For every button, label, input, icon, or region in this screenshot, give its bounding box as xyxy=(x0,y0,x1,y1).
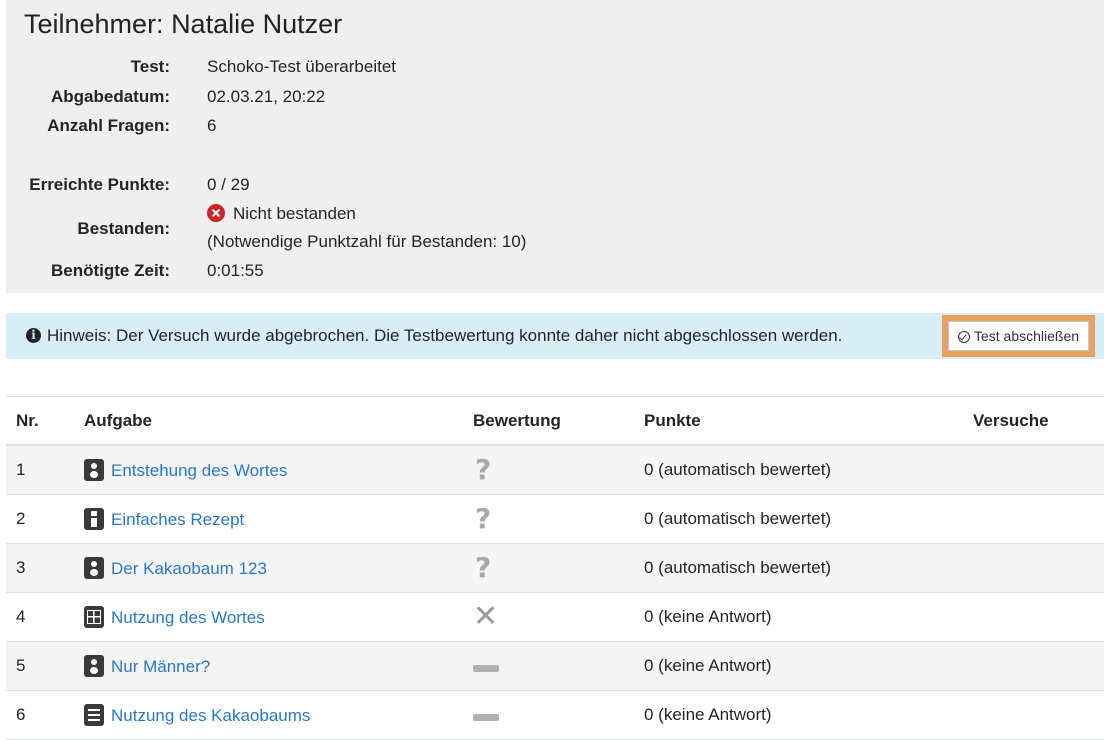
failed-icon xyxy=(207,204,225,222)
row-nr: 6 xyxy=(6,690,74,740)
table-row: 2 Einfaches Rezept ? 0 (automatisch bewe… xyxy=(6,494,1104,544)
test-label: Test: xyxy=(130,57,170,76)
date-label: Abgabedatum: xyxy=(51,87,170,106)
finish-test-label: Test abschließen xyxy=(973,328,1080,344)
task-link[interactable]: Der Kakaobaum 123 xyxy=(111,559,267,578)
results-table: Nr. Aufgabe Bewertung Punkte Versuche 1 … xyxy=(6,396,1104,740)
row-points: 0 (automatisch bewertet) xyxy=(634,494,963,544)
question-mark-icon: ? xyxy=(475,502,492,535)
info-icon: i xyxy=(26,328,41,343)
single-choice-icon xyxy=(84,557,104,579)
table-row: 6 Nutzung des Kakaobaums 0 (keine Antwor… xyxy=(6,690,1104,740)
alert-text: Hinweis: Der Versuch wurde abgebrochen. … xyxy=(47,326,843,345)
questions-value: 6 xyxy=(207,116,217,135)
points-value: 0 / 29 xyxy=(207,175,250,194)
result-summary xyxy=(6,0,1104,293)
header-attempts: Versuche xyxy=(963,396,1104,446)
task-link[interactable]: Nutzung des Kakaobaums xyxy=(111,706,310,725)
test-value: Schoko-Test überarbeitet xyxy=(207,57,396,76)
page-title: Teilnehmer: Natalie Nutzer xyxy=(24,9,343,39)
row-nr: 5 xyxy=(6,641,74,691)
finish-test-highlight: Test abschließen xyxy=(942,315,1095,357)
table-row: 1 Entstehung des Wortes ? 0 (automatisch… xyxy=(6,445,1104,495)
questions-label: Anzahl Fragen: xyxy=(47,116,170,135)
row-nr: 4 xyxy=(6,592,74,642)
table-row: 4 Nutzung des Wortes ✕ 0 (keine Antwort) xyxy=(6,592,1104,642)
table-row: 3 Der Kakaobaum 123 ? 0 (automatisch bew… xyxy=(6,543,1104,593)
task-link[interactable]: Einfaches Rezept xyxy=(111,510,244,529)
row-points: 0 (keine Antwort) xyxy=(634,690,963,740)
question-mark-icon: ? xyxy=(475,551,492,584)
finish-test-button[interactable]: Test abschließen xyxy=(948,321,1089,351)
header-task: Aufgabe xyxy=(74,396,463,446)
row-nr: 1 xyxy=(6,445,74,495)
single-choice-icon xyxy=(84,655,104,677)
row-attempts xyxy=(963,592,1104,642)
passed-label: Bestanden: xyxy=(77,219,170,238)
matrix-icon xyxy=(84,606,104,628)
row-nr: 2 xyxy=(6,494,74,544)
freetext-icon xyxy=(84,508,104,530)
cross-icon: ✕ xyxy=(473,599,499,634)
time-value: 0:01:55 xyxy=(207,261,264,280)
task-link[interactable]: Entstehung des Wortes xyxy=(111,461,287,480)
row-attempts xyxy=(963,445,1104,495)
header-nr: Nr. xyxy=(6,396,74,446)
dash-icon xyxy=(473,664,499,672)
table-row: 5 Nur Männer? 0 (keine Antwort) xyxy=(6,641,1104,691)
row-points: 0 (keine Antwort) xyxy=(634,592,963,642)
info-alert: i Hinweis: Der Versuch wurde abgebrochen… xyxy=(6,313,1104,359)
row-attempts xyxy=(963,494,1104,544)
date-value: 02.03.21, 20:22 xyxy=(207,87,326,106)
dash-icon xyxy=(473,713,499,721)
cloze-icon xyxy=(84,704,104,726)
row-points: 0 (keine Antwort) xyxy=(634,641,963,691)
row-attempts xyxy=(963,543,1104,593)
passed-value: Nicht bestanden xyxy=(233,204,356,223)
task-link[interactable]: Nutzung des Wortes xyxy=(111,608,265,627)
passed-note: (Notwendige Punktzahl für Bestanden: 10) xyxy=(207,232,527,251)
time-label: Benötigte Zeit: xyxy=(51,261,170,280)
header-points: Punkte xyxy=(634,396,963,446)
row-attempts xyxy=(963,690,1104,740)
row-nr: 3 xyxy=(6,543,74,593)
single-choice-icon xyxy=(84,459,104,481)
table-header: Nr. Aufgabe Bewertung Punkte Versuche xyxy=(6,396,1104,446)
task-link[interactable]: Nur Männer? xyxy=(111,657,210,676)
row-attempts xyxy=(963,641,1104,691)
row-points: 0 (automatisch bewertet) xyxy=(634,445,963,495)
points-label: Erreichte Punkte: xyxy=(29,175,170,194)
row-points: 0 (automatisch bewertet) xyxy=(634,543,963,593)
check-circle-icon xyxy=(957,331,970,343)
header-eval: Bewertung xyxy=(463,396,634,446)
question-mark-icon: ? xyxy=(475,453,492,486)
